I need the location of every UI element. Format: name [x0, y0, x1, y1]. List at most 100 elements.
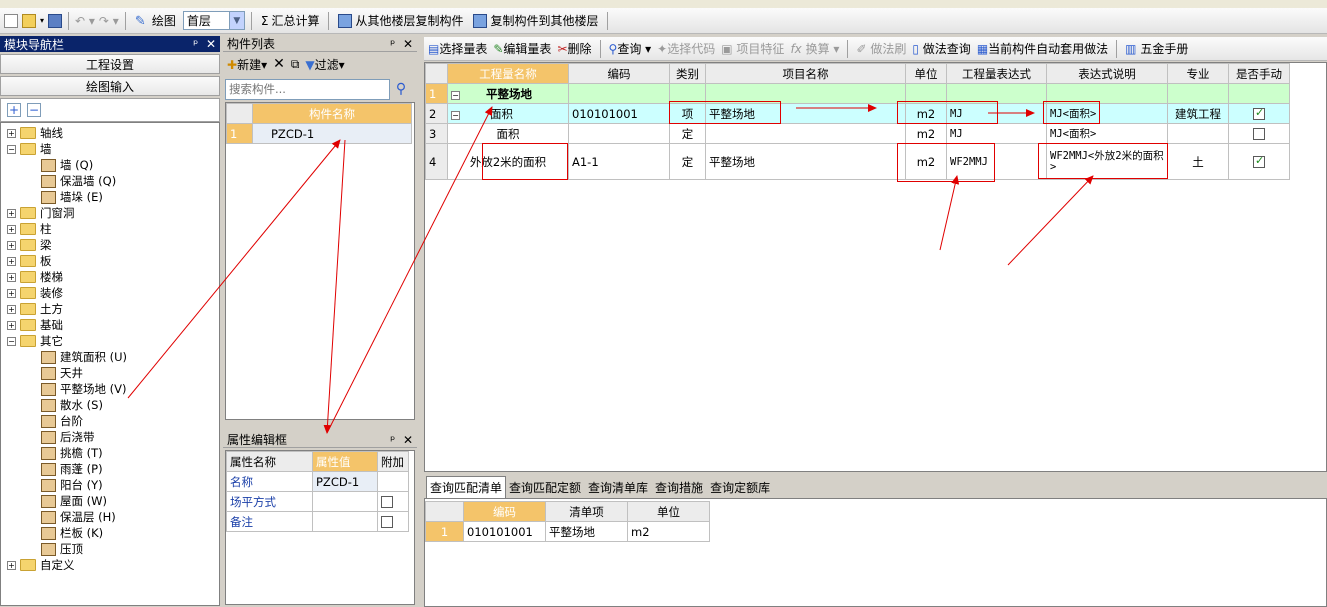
extra-checkbox[interactable]: [381, 496, 393, 508]
delete-button[interactable]: ✂删除: [557, 40, 591, 57]
nav-tree-item[interactable]: 墙 (Q): [7, 157, 219, 173]
code-cell[interactable]: 010101001: [463, 521, 546, 542]
nav-tree-item[interactable]: − 其它: [7, 333, 219, 349]
nav-tree-item[interactable]: + 轴线: [7, 125, 219, 141]
copy-from-floor-button[interactable]: 从其他楼层复制构件: [335, 10, 466, 32]
nav-tree-item[interactable]: 挑檐 (T): [7, 445, 219, 461]
chevron-down-icon[interactable]: ▾: [40, 16, 44, 25]
nav-tree-item[interactable]: + 装修: [7, 285, 219, 301]
redo-icon[interactable]: ↷ ▾: [99, 14, 119, 28]
nav-tree-item[interactable]: 屋面 (W): [7, 493, 219, 509]
collapse-icon[interactable]: −: [451, 110, 460, 120]
qty-name-cell[interactable]: 面积: [447, 123, 569, 144]
project-settings-button[interactable]: 工程设置: [0, 54, 220, 74]
nav-tree-item[interactable]: 台阶: [7, 413, 219, 429]
property-row[interactable]: 名称 PZCD-1: [226, 471, 409, 492]
close-icon[interactable]: ✕: [403, 37, 413, 51]
expression-desc-cell[interactable]: MJ<面积>: [1046, 123, 1168, 144]
pin-icon[interactable]: ᵖ: [193, 37, 198, 51]
component-name-cell[interactable]: PZCD-1: [252, 123, 412, 144]
nav-tree-item[interactable]: 压顶: [7, 541, 219, 557]
manual-checkbox[interactable]: [1253, 154, 1265, 168]
close-icon[interactable]: ✕: [206, 37, 216, 51]
new-file-icon[interactable]: [4, 13, 18, 28]
major-cell[interactable]: 土: [1167, 143, 1229, 180]
delete-icon[interactable]: ✕: [273, 56, 285, 72]
draw-input-button[interactable]: 绘图输入: [0, 76, 220, 96]
query-tab[interactable]: 查询匹配定额: [506, 477, 585, 498]
nav-tree-item[interactable]: 保温层 (H): [7, 509, 219, 525]
item-cell[interactable]: 平整场地: [545, 521, 628, 542]
nav-tree-item[interactable]: 保温墙 (Q): [7, 173, 219, 189]
unit-cell[interactable]: m2: [627, 521, 710, 542]
code-cell[interactable]: 010101001: [568, 103, 670, 124]
sum-button[interactable]: Σ 汇总计算: [258, 10, 323, 32]
copy-icon[interactable]: ⧉: [291, 57, 300, 72]
auto-apply-button[interactable]: ▦当前构件自动套用做法: [977, 40, 1108, 57]
major-cell[interactable]: [1167, 123, 1229, 144]
collapse-icon[interactable]: −: [7, 144, 16, 154]
nav-tree-item[interactable]: + 土方: [7, 301, 219, 317]
expand-icon[interactable]: +: [7, 272, 16, 282]
new-component-button[interactable]: ✚新建▾: [227, 56, 267, 73]
nav-tree-item[interactable]: 阳台 (Y): [7, 477, 219, 493]
nav-tree-item[interactable]: − 墙: [7, 141, 219, 157]
copy-to-floor-button[interactable]: 复制构件到其他楼层: [470, 10, 601, 32]
expression-cell[interactable]: MJ: [946, 123, 1047, 144]
project-name-cell[interactable]: [705, 123, 906, 144]
table-row[interactable]: 1 010101001 平整场地 m2: [425, 521, 710, 542]
query-tab[interactable]: 查询匹配清单: [426, 476, 507, 498]
extra-checkbox[interactable]: [381, 516, 393, 528]
edit-qty-button[interactable]: ✎编辑量表: [493, 40, 551, 57]
expand-icon[interactable]: +: [7, 240, 16, 250]
nav-tree-item[interactable]: 雨蓬 (P): [7, 461, 219, 477]
query-tab[interactable]: 查询清单库: [585, 477, 652, 498]
collapse-icon[interactable]: −: [451, 90, 460, 100]
nav-tree-item[interactable]: + 基础: [7, 317, 219, 333]
table-row[interactable]: 2− 面积 010101001 项平整场地 m2 MJ MJ<面积> 建筑工程: [425, 103, 1290, 124]
unit-cell[interactable]: m2: [905, 123, 947, 144]
hardware-manual-button[interactable]: ▥ 五金手册: [1125, 40, 1188, 57]
expand-icon[interactable]: +: [7, 320, 16, 330]
expand-icon[interactable]: +: [7, 256, 16, 266]
expand-icon[interactable]: +: [7, 128, 16, 138]
filter-button[interactable]: ▼过滤▾: [305, 56, 344, 73]
code-cell[interactable]: A1-1: [568, 143, 670, 180]
method-query-button[interactable]: ▯ 做法查询: [912, 40, 970, 57]
property-value-cell[interactable]: PZCD-1: [312, 471, 378, 492]
collapse-all-icon[interactable]: −: [27, 103, 41, 117]
property-row[interactable]: 备注: [226, 511, 409, 532]
floor-select[interactable]: 首层 ▼: [182, 11, 245, 30]
type-cell[interactable]: 定: [669, 143, 706, 180]
method-brush-button[interactable]: ✐ 做法刷: [856, 40, 906, 57]
nav-tree-item[interactable]: 墙垛 (E): [7, 189, 219, 205]
table-row[interactable]: 1 PZCD-1: [226, 123, 412, 144]
nav-tree-item[interactable]: 栏板 (K): [7, 525, 219, 541]
nav-tree-item[interactable]: + 板: [7, 253, 219, 269]
table-row[interactable]: 3 面积 定 m2 MJ MJ<面积>: [425, 123, 1290, 144]
major-cell[interactable]: [1167, 83, 1229, 104]
table-row[interactable]: 1− 平整场地: [425, 83, 1290, 104]
expand-icon[interactable]: +: [7, 224, 16, 234]
close-icon[interactable]: ✕: [403, 433, 413, 447]
query-tab[interactable]: 查询定额库: [707, 477, 774, 498]
expand-icon[interactable]: +: [7, 288, 16, 298]
manual-checkbox[interactable]: [1253, 128, 1265, 140]
property-value-cell[interactable]: [312, 491, 378, 512]
expand-icon[interactable]: +: [7, 304, 16, 314]
undo-icon[interactable]: ↶ ▾: [75, 14, 95, 28]
code-cell[interactable]: [568, 123, 670, 144]
search-icon[interactable]: ⚲: [390, 81, 412, 97]
pin-icon[interactable]: ᵖ: [390, 37, 395, 51]
nav-tree-item[interactable]: 后浇带: [7, 429, 219, 445]
nav-tree-item[interactable]: 建筑面积 (U): [7, 349, 219, 365]
type-cell[interactable]: 定: [669, 123, 706, 144]
save-icon[interactable]: [48, 13, 63, 28]
nav-tree-item[interactable]: 平整场地 (V): [7, 381, 219, 397]
nav-tree-item[interactable]: + 柱: [7, 221, 219, 237]
nav-tree-item[interactable]: 散水 (S): [7, 397, 219, 413]
select-qty-button[interactable]: ▤选择量表: [428, 40, 487, 57]
project-name-cell[interactable]: 平整场地: [705, 143, 906, 180]
qty-name-cell[interactable]: − 面积: [447, 103, 569, 124]
convert-button[interactable]: fx 换算 ▾: [790, 40, 839, 57]
